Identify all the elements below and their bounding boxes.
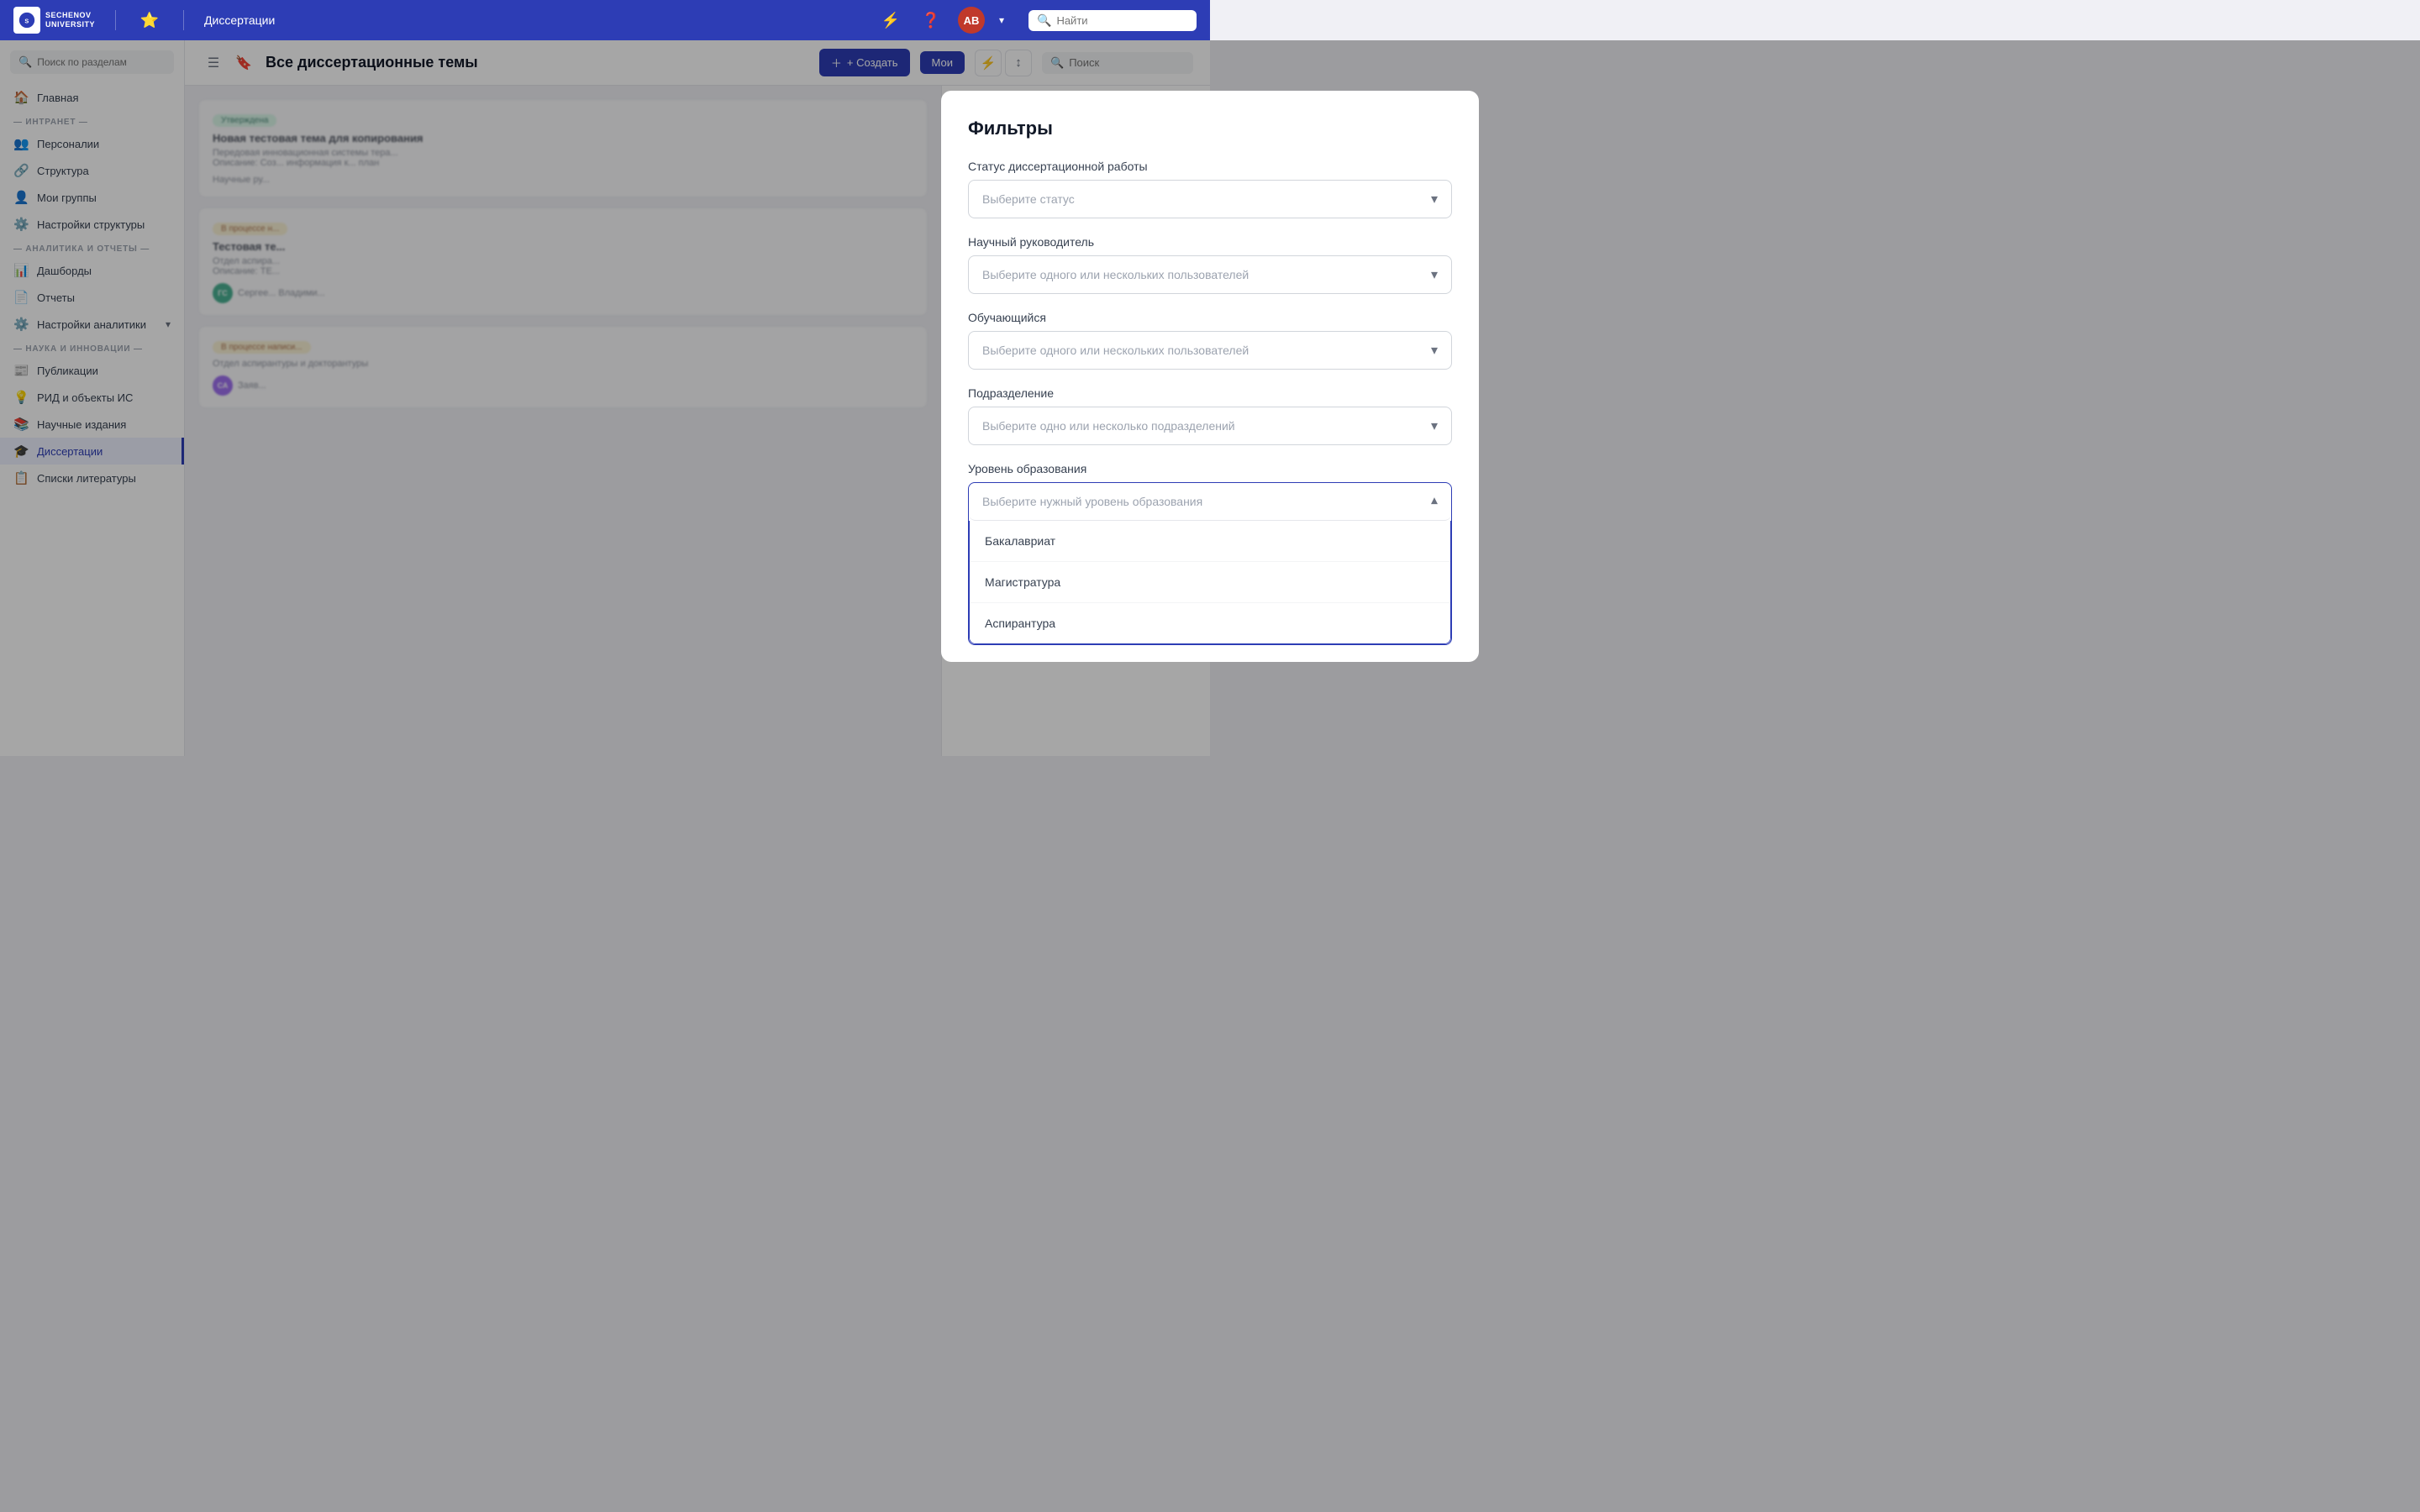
bookmark-icon[interactable]: ⭐ (136, 7, 163, 34)
status-field: Статус диссертационной работы Выберите с… (968, 160, 1452, 218)
student-chevron-icon: ▾ (1431, 342, 1438, 359)
top-search[interactable]: 🔍 (1028, 10, 1197, 31)
user-avatar[interactable]: АВ (958, 7, 985, 34)
department-label: Подразделение (968, 386, 1452, 400)
advisor-placeholder: Выберите одного или нескольких пользоват… (982, 268, 1249, 281)
advisor-chevron-icon: ▾ (1431, 266, 1438, 283)
status-label: Статус диссертационной работы (968, 160, 1452, 173)
filter-icon[interactable]: ⚡ (877, 7, 904, 34)
option-master[interactable]: Магистратура (970, 561, 1450, 602)
option-postgrad[interactable]: Аспирантура (970, 602, 1450, 643)
education-level-field: Уровень образования Выберите нужный уров… (968, 462, 1452, 645)
status-chevron-icon: ▾ (1431, 191, 1438, 207)
status-select[interactable]: Выберите статус ▾ (968, 180, 1452, 218)
avatar-chevron-icon[interactable]: ▾ (988, 7, 1015, 34)
student-select[interactable]: Выберите одного или нескольких пользоват… (968, 331, 1452, 370)
education-level-label: Уровень образования (968, 462, 1452, 475)
education-level-placeholder: Выберите нужный уровень образования (982, 495, 1202, 508)
page-nav-title: Диссертации (204, 13, 275, 27)
advisor-label: Научный руководитель (968, 235, 1452, 249)
search-icon: 🔍 (1037, 13, 1051, 28)
education-level-chevron-icon: ▾ (1431, 493, 1438, 510)
education-level-select[interactable]: Выберите нужный уровень образования ▾ (969, 483, 1451, 521)
department-field: Подразделение Выберите одно или нескольк… (968, 386, 1452, 445)
filters-modal: Фильтры Статус диссертационной работы Вы… (941, 91, 1479, 662)
department-chevron-icon: ▾ (1431, 417, 1438, 434)
top-navigation: S SECHENOV UNIVERSITY ⭐ Диссертации ⚡ ❓ … (0, 0, 1210, 40)
advisor-select[interactable]: Выберите одного или нескольких пользоват… (968, 255, 1452, 294)
option-bachelor[interactable]: Бакалавриат (970, 521, 1450, 561)
logo-icon: S (13, 7, 40, 34)
modal-title: Фильтры (968, 118, 1452, 139)
svg-text:S: S (24, 18, 29, 25)
help-icon[interactable]: ❓ (918, 7, 944, 34)
student-placeholder: Выберите одного или нескольких пользоват… (982, 344, 1249, 357)
top-search-input[interactable] (1056, 14, 1174, 27)
department-placeholder: Выберите одно или несколько подразделени… (982, 419, 1235, 433)
education-level-dropdown: Бакалавриат Магистратура Аспирантура (969, 521, 1451, 644)
status-placeholder: Выберите статус (982, 192, 1075, 206)
advisor-field: Научный руководитель Выберите одного или… (968, 235, 1452, 294)
modal-overlay[interactable]: Фильтры Статус диссертационной работы Вы… (0, 40, 2420, 1512)
department-select[interactable]: Выберите одно или несколько подразделени… (968, 407, 1452, 445)
nav-divider-2 (183, 10, 184, 30)
nav-divider (115, 10, 116, 30)
education-level-select-container: Выберите нужный уровень образования ▾ Ба… (968, 482, 1452, 645)
student-field: Обучающийся Выберите одного или нескольк… (968, 311, 1452, 370)
logo: S SECHENOV UNIVERSITY (13, 7, 95, 34)
logo-text: SECHENOV UNIVERSITY (45, 11, 95, 29)
student-label: Обучающийся (968, 311, 1452, 324)
